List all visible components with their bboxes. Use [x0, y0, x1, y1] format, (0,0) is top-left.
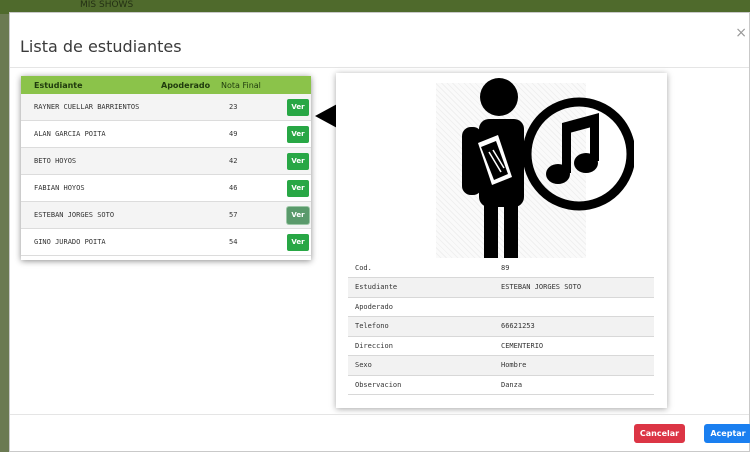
student-name: ALAN GARCIA POITA: [34, 130, 106, 138]
header-nota-final: Nota Final: [221, 80, 261, 90]
student-list-panel: Estudiante Apoderado Nota Final RAYNER C…: [21, 76, 311, 260]
table-row: ESTEBAN JORGES SOTO 57 Ver: [21, 202, 311, 229]
info-row: Estudiante ESTEBAN JORGES SOTO: [348, 277, 654, 298]
student-list-modal: Lista de estudiantes × Estudiante Apoder…: [9, 12, 750, 452]
info-value: ESTEBAN JORGES SOTO: [501, 277, 654, 298]
student-nota: 49: [229, 130, 238, 138]
info-row: Apoderado: [348, 297, 654, 317]
table-row: RAYNER CUELLAR BARRIENTOS 23 Ver: [21, 94, 311, 121]
ver-button-selected[interactable]: Ver: [287, 206, 309, 224]
info-label: Cod.: [348, 258, 501, 278]
ver-button[interactable]: Ver: [287, 152, 309, 170]
close-icon[interactable]: ×: [735, 25, 747, 41]
ver-button[interactable]: Ver: [287, 98, 309, 116]
table-row: FABIAN HOYOS 46 Ver: [21, 175, 311, 202]
info-label: Sexo: [348, 355, 501, 376]
ver-button[interactable]: Ver: [287, 179, 309, 197]
student-info-table: Cod. 89 Estudiante ESTEBAN JORGES SOTO A…: [348, 258, 654, 395]
table-row: BETO HOYOS 42 Ver: [21, 148, 311, 175]
info-label: Apoderado: [348, 297, 501, 317]
info-value: [501, 297, 654, 317]
student-nota: 23: [229, 103, 238, 111]
modal-title: Lista de estudiantes: [20, 37, 182, 56]
student-detail-panel: Cod. 89 Estudiante ESTEBAN JORGES SOTO A…: [336, 73, 667, 408]
info-label: Direccion: [348, 336, 501, 356]
student-nota: 54: [229, 238, 238, 246]
student-name: GINO JURADO POITA: [34, 238, 106, 246]
info-value: 89: [501, 258, 654, 278]
info-row: Observacion Danza: [348, 375, 654, 395]
header-divider: [10, 67, 749, 68]
ver-button[interactable]: Ver: [287, 125, 309, 143]
info-row: Telefono 66621253: [348, 316, 654, 337]
student-name: RAYNER CUELLAR BARRIENTOS: [34, 103, 140, 111]
student-name: BETO HOYOS: [34, 157, 77, 165]
header-apoderado: Apoderado: [161, 80, 211, 90]
student-nota: 57: [229, 211, 238, 219]
footer-divider: [10, 414, 749, 415]
student-music-icon: [462, 78, 634, 262]
info-value: CEMENTERIO: [501, 336, 654, 356]
ver-button[interactable]: Ver: [287, 233, 309, 251]
info-label: Observacion: [348, 375, 501, 395]
info-label: Estudiante: [348, 277, 501, 298]
info-row: Sexo Hombre: [348, 355, 654, 376]
table-row: GINO JURADO POITA 54 Ver: [21, 229, 311, 256]
cancel-button[interactable]: Cancelar: [634, 424, 685, 443]
info-value: Hombre: [501, 355, 654, 376]
info-row: Cod. 89: [348, 258, 654, 278]
table-row: ALAN GARCIA POITA 49 Ver: [21, 121, 311, 148]
header-estudiante: Estudiante: [34, 80, 83, 90]
student-nota: 42: [229, 157, 238, 165]
list-body: RAYNER CUELLAR BARRIENTOS 23 Ver ALAN GA…: [21, 94, 311, 256]
list-header: Estudiante Apoderado Nota Final: [21, 76, 311, 94]
student-name: ESTEBAN JORGES SOTO: [34, 211, 115, 219]
info-row: Direccion CEMENTERIO: [348, 336, 654, 356]
background-header-text: MIS SHOWS: [80, 0, 134, 10]
info-value: Danza: [501, 375, 654, 395]
student-nota: 46: [229, 184, 238, 192]
info-value: 66621253: [501, 316, 654, 337]
accept-button[interactable]: Aceptar: [704, 424, 750, 443]
info-label: Telefono: [348, 316, 501, 337]
student-name: FABIAN HOYOS: [34, 184, 85, 192]
